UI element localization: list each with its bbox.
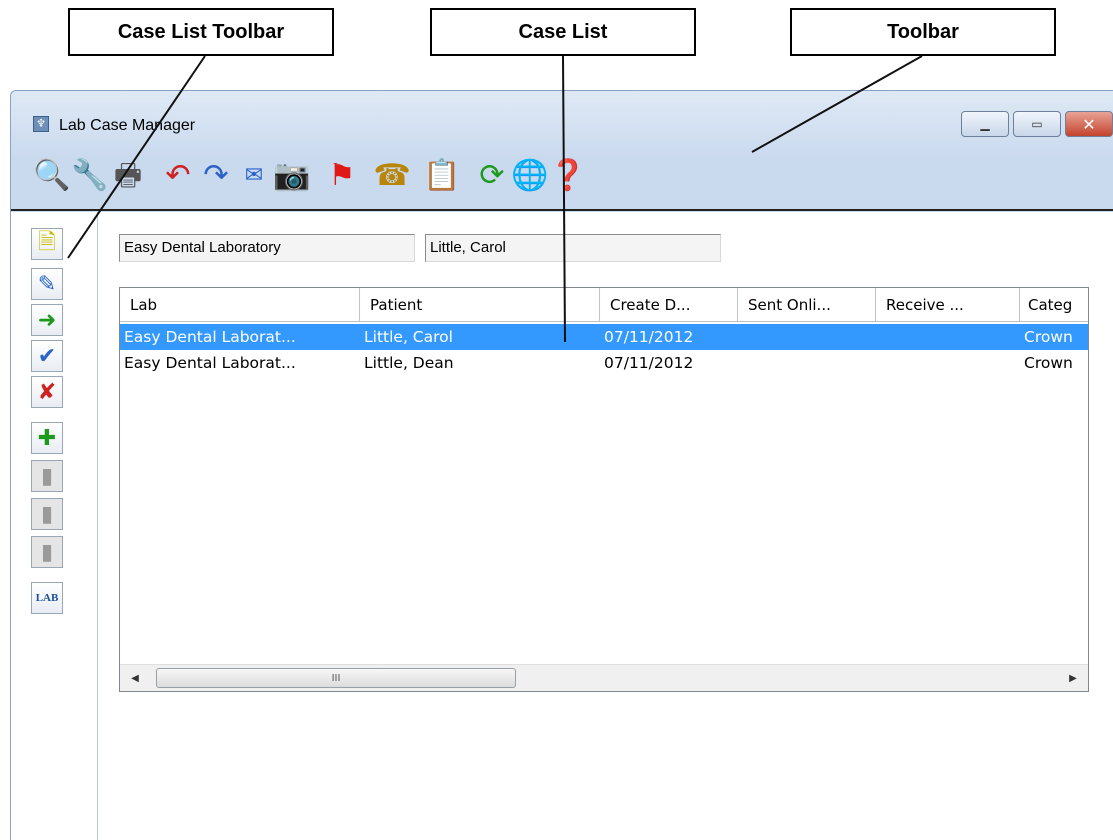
- cell-sent-online: [738, 350, 876, 376]
- callout-case-list-toolbar: Case List Toolbar: [68, 8, 334, 56]
- delete-case-button[interactable]: ✘: [31, 376, 63, 408]
- cell-sent-online: [738, 324, 876, 350]
- send-icon[interactable]: ↶: [159, 155, 197, 197]
- column-header-sent-online[interactable]: Sent Onli...: [738, 288, 876, 322]
- disabled-button-2: ▮: [31, 498, 63, 530]
- cell-patient: Little, Carol: [364, 328, 453, 346]
- disabled-button-1: ▮: [31, 460, 63, 492]
- globe-icon[interactable]: 🌐: [511, 155, 549, 197]
- column-header-create-date[interactable]: Create D...: [600, 288, 738, 322]
- cell-create-date: 07/11/2012: [604, 328, 694, 346]
- case-list[interactable]: Lab Patient Create D... Sent Onli... Rec…: [119, 287, 1089, 692]
- email-icon[interactable]: ✉: [235, 155, 273, 197]
- add-case-icon: ✚: [37, 425, 57, 451]
- title-bar[interactable]: ♆ Lab Case Manager ▁ ▭ ✕: [11, 91, 1113, 146]
- close-button[interactable]: ✕: [1065, 111, 1113, 137]
- restore-icon: ▭: [1031, 117, 1043, 131]
- table-row[interactable]: Easy Dental Laborat... Little, Carol 07/…: [120, 324, 1088, 350]
- column-header-category[interactable]: Categ: [1020, 288, 1088, 322]
- lab-button[interactable]: LAB: [31, 582, 63, 614]
- window-title: Lab Case Manager: [59, 117, 196, 134]
- printer-icon[interactable]: 🖶: [109, 155, 147, 197]
- client-area: 🗎 ✎ ➜ ✔ ✘ ✚ ▮ ▮ ▮ LAB Easy Dental Labora…: [11, 212, 1113, 840]
- edit-case-icon: ✎: [37, 271, 57, 297]
- disabled-icon: ▮: [40, 501, 54, 527]
- cell-category: Crown: [1024, 328, 1073, 346]
- column-header-received[interactable]: Receive ...: [876, 288, 1020, 322]
- column-header-lab[interactable]: Lab: [120, 288, 360, 322]
- scroll-right-icon: ▶: [1069, 672, 1077, 684]
- cell-lab: Easy Dental Laborat...: [124, 354, 296, 372]
- toolbar-divider: [11, 209, 1113, 211]
- disabled-button-3: ▮: [31, 536, 63, 568]
- lab-filter-field[interactable]: Easy Dental Laboratory: [119, 234, 415, 262]
- import-case-button[interactable]: ➜: [31, 304, 63, 336]
- close-icon: ✕: [1082, 114, 1096, 134]
- new-case-button[interactable]: 🗎: [31, 228, 63, 260]
- tooth-icon: ♆: [33, 116, 49, 132]
- case-list-header: Lab Patient Create D... Sent Onli... Rec…: [120, 288, 1088, 322]
- cell-received: [876, 350, 1020, 376]
- scroll-left-button[interactable]: ◀: [120, 665, 150, 691]
- import-case-icon: ➜: [37, 307, 57, 333]
- flag-icon[interactable]: ⚑: [323, 155, 361, 197]
- scroll-thumb[interactable]: III: [156, 668, 516, 688]
- clipboard-icon[interactable]: 📋: [423, 155, 461, 197]
- scroll-left-icon: ◀: [131, 672, 139, 684]
- lab-icon: LAB: [35, 592, 59, 604]
- receive-icon[interactable]: ↷: [197, 155, 235, 197]
- help-icon[interactable]: ❓: [549, 155, 587, 197]
- restore-button[interactable]: ▭: [1013, 111, 1061, 137]
- patient-filter-field[interactable]: Little, Carol: [425, 234, 721, 262]
- callout-toolbar: Toolbar: [790, 8, 1056, 56]
- main-toolbar: 🔍 🔧 🖶 ↶ ↷ ✉ 📷 ⚑ ☎ 📋 ⟳ 🌐 ❓: [33, 151, 587, 201]
- camera-icon[interactable]: 📷: [273, 155, 311, 197]
- delete-case-icon: ✘: [37, 379, 57, 405]
- minimize-button[interactable]: ▁: [961, 111, 1009, 137]
- refresh-icon[interactable]: ⟳: [473, 155, 511, 197]
- cell-category: Crown: [1024, 354, 1073, 372]
- table-row[interactable]: Easy Dental Laborat... Little, Dean 07/1…: [120, 350, 1088, 376]
- cell-patient: Little, Dean: [364, 354, 454, 372]
- disabled-icon: ▮: [40, 539, 54, 565]
- horizontal-scrollbar[interactable]: ◀ III ▶: [120, 664, 1088, 691]
- wrench-icon[interactable]: 🔧: [71, 155, 109, 197]
- disabled-icon: ▮: [40, 463, 54, 489]
- case-list-toolbar: 🗎 ✎ ➜ ✔ ✘ ✚ ▮ ▮ ▮ LAB: [11, 212, 98, 840]
- callout-case-list: Case List: [430, 8, 696, 56]
- lab-case-manager-window: ♆ Lab Case Manager ▁ ▭ ✕ 🔍 🔧 🖶 ↶ ↷ ✉ 📷 ⚑…: [10, 90, 1113, 840]
- check-case-button[interactable]: ✔: [31, 340, 63, 372]
- edit-case-button[interactable]: ✎: [31, 268, 63, 300]
- phone-icon[interactable]: ☎: [373, 155, 411, 197]
- add-case-button[interactable]: ✚: [31, 422, 63, 454]
- column-header-patient[interactable]: Patient: [360, 288, 600, 322]
- cell-create-date: 07/11/2012: [604, 354, 694, 372]
- new-case-icon: 🗎: [38, 230, 56, 255]
- cell-received: [876, 324, 1020, 350]
- cell-lab: Easy Dental Laborat...: [124, 328, 296, 346]
- check-case-icon: ✔: [37, 343, 57, 369]
- magnifier-icon[interactable]: 🔍: [33, 155, 71, 197]
- minimize-icon: ▁: [980, 117, 990, 131]
- scroll-right-button[interactable]: ▶: [1058, 665, 1088, 691]
